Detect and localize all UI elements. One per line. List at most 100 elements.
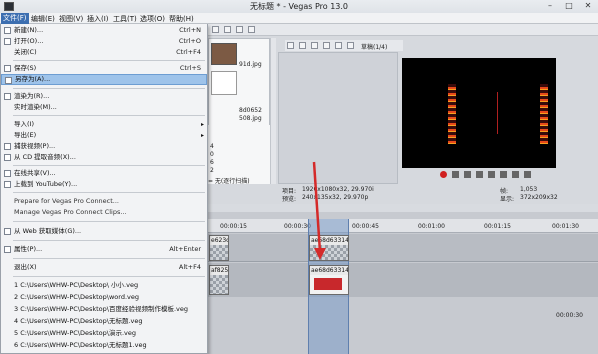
menu-item-export[interactable]: 导出(E) ▸ (1, 130, 207, 141)
menu-insert[interactable]: 插入(I) (87, 14, 109, 24)
pause-icon[interactable] (488, 171, 495, 178)
preview-frame-line (497, 92, 498, 134)
toolbar-icon[interactable] (212, 26, 219, 33)
menu-item-capture-video[interactable]: 捕获视频(P)... (1, 141, 207, 152)
menu-tools[interactable]: 工具(T) (113, 14, 137, 24)
toolbar-icon[interactable] (287, 42, 294, 49)
media-scrollbar[interactable] (270, 38, 276, 184)
menu-separator (13, 88, 205, 89)
menu-item-label: 导出(E) (14, 131, 37, 139)
menu-item-label: 3 C:\Users\WHW-PC\Desktop\百度经验视频制作模板.veg (14, 305, 189, 313)
menu-item-extract-cd[interactable]: 从 CD 提取音频(X)... (1, 152, 207, 163)
menu-options[interactable]: 选项(O) (140, 14, 165, 24)
menu-item-save-as[interactable]: 另存为(A)... (1, 74, 207, 85)
toolbar-icon[interactable] (335, 42, 342, 49)
menu-item-render-as[interactable]: 渲染为(R)... (1, 91, 207, 102)
menu-item-label: 关闭(C) (14, 48, 37, 56)
menu-file[interactable]: 文件(F) (1, 13, 29, 24)
media-thumbnail[interactable] (211, 71, 237, 95)
toolbar-icon[interactable] (311, 42, 318, 49)
menu-help[interactable]: 帮助(H) (169, 14, 194, 24)
menu-view[interactable]: 视图(V) (59, 14, 83, 24)
menu-item-prepare-connect[interactable]: Prepare for Vegas Pro Connect... (1, 196, 207, 207)
timeline-clip[interactable]: ae68d63314 (309, 265, 349, 295)
timeline-ruler[interactable]: 00:00:15 00:00:30 00:00:45 00:01:00 00:0… (208, 219, 598, 233)
save-as-icon (5, 77, 12, 84)
menu-separator (13, 276, 205, 277)
main-toolbar (208, 24, 598, 36)
media-thumbnail[interactable] (211, 43, 237, 65)
toolbar-icon[interactable] (299, 42, 306, 49)
menu-item-label: 新建(N)... (14, 26, 44, 34)
toolbar-icon[interactable] (323, 42, 330, 49)
recent-file-item[interactable]: 5 C:\Users\WHW-PC\Desktop\演示.veg (1, 328, 207, 339)
next-frame-icon[interactable] (524, 171, 531, 178)
menu-item-properties[interactable]: 属性(P)... Alt+Enter (1, 244, 207, 255)
toolbar-icon[interactable] (224, 26, 231, 33)
properties-icon (4, 246, 11, 253)
title-bar: 无标题 * - Vegas Pro 13.0 – □ ✕ (0, 0, 598, 13)
menu-item-label: 从 CD 提取音频(X)... (14, 153, 76, 161)
prev-frame-icon[interactable] (512, 171, 519, 178)
stop-icon[interactable] (500, 171, 507, 178)
menu-item-new[interactable]: 新建(N)... Ctrl+N (1, 25, 207, 36)
menu-item-label: 6 C:\Users\WHW-PC\Desktop\无标题1.veg (14, 341, 147, 349)
play-icon[interactable] (476, 171, 483, 178)
menu-item-save[interactable]: 保存(S) Ctrl+S (1, 63, 207, 74)
restore-button[interactable]: □ (561, 1, 577, 11)
media-file-name[interactable]: 8d0652 (239, 107, 262, 114)
application-window: 无标题 * - Vegas Pro 13.0 – □ ✕ 文件(F) 编辑(E)… (0, 0, 598, 354)
video-preview (402, 58, 556, 168)
loop-icon[interactable] (452, 171, 459, 178)
cd-icon (4, 154, 11, 161)
menu-item-close[interactable]: 关闭(C) Ctrl+F4 (1, 47, 207, 58)
media-file-name[interactable]: 508.jpg (239, 115, 262, 122)
youtube-icon (4, 181, 11, 188)
video-track[interactable] (208, 234, 598, 262)
web-icon (4, 228, 11, 235)
clip-name: af825 (210, 266, 229, 275)
record-icon[interactable] (440, 171, 447, 178)
menu-item-exit[interactable]: 退出(X) Alt+F4 (1, 262, 207, 273)
window-title: 无标题 * - Vegas Pro 13.0 (249, 2, 349, 11)
recent-file-item[interactable]: 6 C:\Users\WHW-PC\Desktop\无标题1.veg (1, 340, 207, 351)
minimize-button[interactable]: – (542, 1, 558, 11)
play-from-start-icon[interactable] (464, 171, 471, 178)
media-file-name[interactable]: 91d.jpg (239, 61, 262, 68)
close-button[interactable]: ✕ (580, 1, 596, 11)
menu-item-manage-connect[interactable]: Manage Vegas Pro Connect Clips... (1, 207, 207, 218)
display-label: 显示: (500, 196, 515, 203)
menu-item-label: 属性(P)... (14, 245, 43, 253)
menu-separator (13, 240, 205, 241)
menu-item-share-online[interactable]: 在线共享(V)... (1, 168, 207, 179)
menu-item-upload-youtube[interactable]: 上载到 YouTube(Y)... (1, 179, 207, 190)
menu-shortcut: Ctrl+S (179, 64, 201, 72)
property-value: 6 (210, 159, 214, 166)
timeline-clip[interactable]: ae68d63314 (309, 235, 349, 261)
menu-item-web-media[interactable]: 从 Web 获取媒体(G)... (1, 226, 207, 237)
recent-file-item[interactable]: 3 C:\Users\WHW-PC\Desktop\百度经验视频制作模板.veg (1, 304, 207, 315)
menu-item-open[interactable]: 打开(O)... Ctrl+O (1, 36, 207, 47)
menu-item-realtime-render[interactable]: 实时渲染(M)... (1, 102, 207, 113)
time-mark: 00:01:00 (418, 223, 445, 230)
property-value: 0 (210, 151, 214, 158)
menu-separator (13, 165, 205, 166)
toolbar-icon[interactable] (236, 26, 243, 33)
toolbar-icon[interactable] (347, 42, 354, 49)
menu-item-label: 渲染为(R)... (14, 92, 50, 100)
clip-thumbnail (314, 278, 342, 290)
timeline-clip[interactable]: af825 (209, 265, 229, 295)
timeline-clip[interactable]: e623c (209, 235, 229, 261)
recent-file-item[interactable]: 2 C:\Users\WHW-PC\Desktop\word.veg (1, 292, 207, 303)
menu-item-import[interactable]: 导入(I) ▸ (1, 119, 207, 130)
menu-item-label: 打开(O)... (14, 37, 44, 45)
field-order-label[interactable]: = 无(逐行扫描) (208, 176, 250, 185)
preview-quality-select[interactable]: 草稿(1/4) (361, 42, 387, 51)
recent-file-item[interactable]: 1 C:\Users\WHW-PC\Desktop\ 小小.veg (1, 280, 207, 291)
toolbar-icon[interactable] (248, 26, 255, 33)
menu-item-label: 退出(X) (14, 263, 37, 271)
menu-edit[interactable]: 编辑(E) (31, 14, 55, 24)
menu-separator (13, 115, 205, 116)
recent-file-item[interactable]: 4 C:\Users\WHW-PC\Desktop\无标题.veg (1, 316, 207, 327)
video-track[interactable] (208, 263, 598, 297)
